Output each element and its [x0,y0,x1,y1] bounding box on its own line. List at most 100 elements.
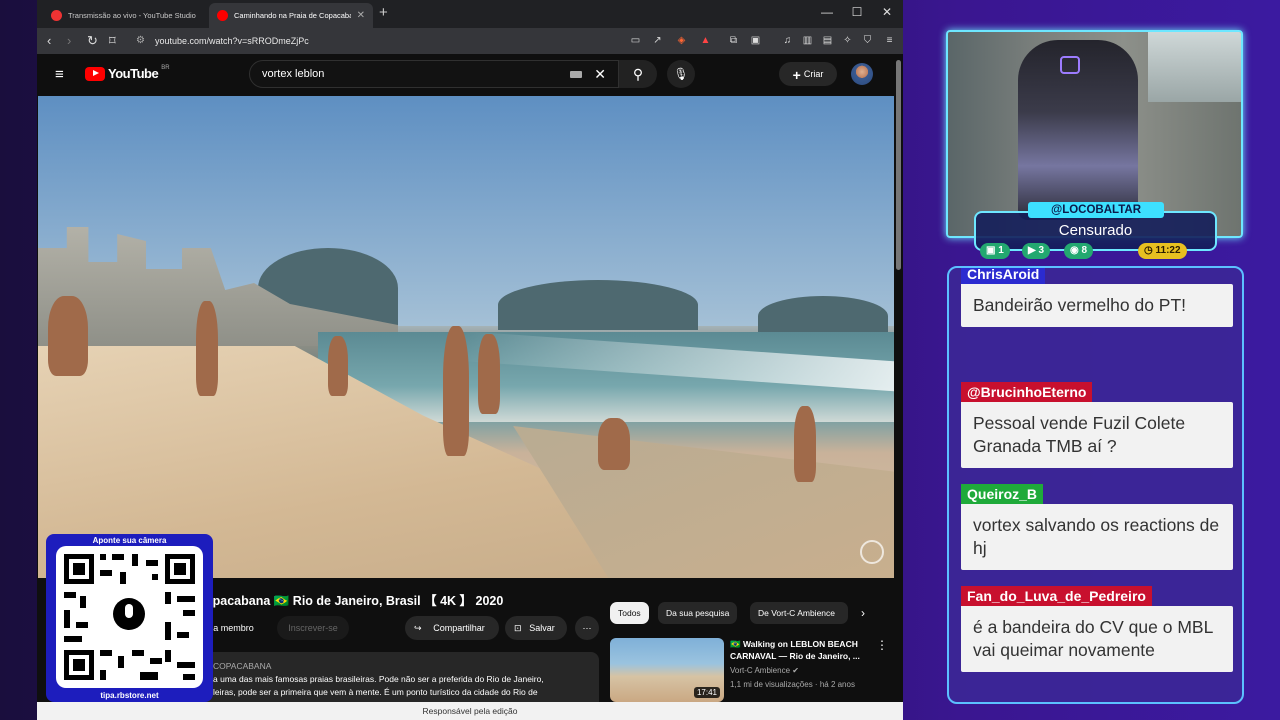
description-line: leiras, pode ser a primeira que vem à me… [213,687,538,697]
recommended-video[interactable]: 17:41 🇧🇷 Walking on LEBLON BEACH CARNAVA… [610,638,895,702]
maximize-icon[interactable]: ☐ [847,5,867,19]
chevron-right-icon[interactable]: › [861,606,865,620]
tab-bar: Transmissão ao vivo - YouTube Studio Cam… [37,0,903,28]
create-button[interactable]: + Criar [779,62,837,86]
minimize-icon[interactable]: — [817,5,837,19]
tab-copacabana-video[interactable]: Caminhando na Praia de Copacabana ✕ [209,3,373,28]
channel-watermark-icon[interactable] [860,540,884,564]
clock-icon: ◷ [1144,245,1156,256]
share-icon[interactable]: ↗ [651,34,664,47]
webcam-window [1148,32,1241,102]
chat-message: ChrisAroid Bandeirão vermelho do PT! [961,268,1233,327]
screenshot-icon[interactable]: ▣ [749,34,762,47]
search-button[interactable]: ⚲ [619,60,657,88]
url-field[interactable]: ⚙ youtube.com/watch?v=sRRODmeZjPc [129,33,589,49]
chat-message: Fan_do_Luva_de_Pedreiro é a bandeira do … [961,586,1233,672]
beachgoer [794,406,816,482]
close-tab-icon[interactable]: ✕ [357,10,365,21]
recommended-channel[interactable]: Vort-C Ambience ✔ [730,666,799,675]
microphone-icon: 🎙 [673,67,689,81]
video-hill [498,280,698,330]
account-avatar[interactable] [851,63,873,85]
keyboard-icon[interactable] [570,71,582,78]
qr-bottom-label: tipa.rbstore.net [100,691,159,700]
sidebar-icon[interactable]: ▥ [801,34,814,47]
save-label: Salvar [529,623,555,633]
extensions-icon[interactable]: ⧉ [727,34,740,47]
description-channel: COPACABANA [213,661,272,671]
tab-label: Caminhando na Praia de Copacabana [234,11,351,20]
site-settings-icon[interactable]: ⚙ [136,33,145,49]
search-input[interactable]: vortex leblon ✕ [249,60,619,88]
forward-icon[interactable]: › [67,33,71,48]
description-line: a uma das mais famosas praias brasileira… [213,674,544,684]
leo-ai-icon[interactable]: ✧ [841,34,854,47]
chip-de-vort-c[interactable]: De Vort-C Ambience [750,602,848,624]
logo-region: BR [161,64,170,71]
create-label: Criar [803,69,824,79]
video-player[interactable] [38,96,894,578]
beachgoer [48,296,88,376]
beachgoer [328,336,348,396]
back-icon[interactable]: ‹ [47,33,51,48]
rewards-icon[interactable]: ▲ [699,34,712,47]
brave-shield-icon[interactable]: ◈ [675,34,688,47]
chat-text: é a bandeira do CV que o MBL vai queimar… [961,606,1233,672]
more-actions-button[interactable]: ⋯ [575,616,599,640]
chat-message: Queiroz_B vortex salvando os reactions d… [961,484,1233,570]
chat-text: Pessoal vende Fuzil Colete Granada TMB a… [961,402,1233,468]
chip-da-sua-pesquisa[interactable]: Da sua pesquisa [658,602,738,624]
url-text: youtube.com/watch?v=sRRODmeZjPc [155,36,309,46]
chat-text: Bandeirão vermelho do PT! [961,284,1233,327]
share-button[interactable]: ↪ Compartilhar [405,616,499,640]
scrollbar[interactable] [896,60,901,270]
streamer-handle: @LOCOBALTAR [1028,202,1164,218]
beachgoer [443,326,469,456]
stat-youtube: ▶ 3 [1022,243,1051,259]
chip-todos[interactable]: Todos [610,602,649,624]
stat-chat: ▣ 1 [980,243,1010,259]
stat-viewers: ◉ 8 [1064,243,1094,259]
voice-search-button[interactable]: 🎙 [667,60,695,88]
plus-icon: + [792,66,801,83]
more-icon: ⋯ [582,623,592,633]
new-tab-icon[interactable]: + [379,4,388,21]
recommended-title[interactable]: 🇧🇷 Walking on LEBLON BEACH CARNAVAL — Ri… [730,638,870,662]
qr-top-label: Aponte sua câmera [92,536,167,545]
search-value: vortex leblon [262,68,325,80]
clear-search-icon[interactable]: ✕ [594,61,606,87]
vpn-icon[interactable]: ⛉ [861,34,874,47]
tab-youtube-studio[interactable]: Transmissão ao vivo - YouTube Studio [43,3,207,28]
beachgoer [478,334,500,414]
share-icon: ↪ [414,623,422,633]
address-bar-row: ‹ › ↻ ⌑ ⚙ youtube.com/watch?v=sRRODmeZjP… [37,28,903,54]
youtube-play-icon [85,66,105,81]
bookmark-icon[interactable]: ⌑ [109,33,116,49]
menu-icon[interactable]: ≡ [883,34,896,47]
youtube-icon: ▶ [1028,245,1039,256]
cast-icon[interactable]: ▭ [629,34,642,47]
more-vertical-icon[interactable]: ⋮ [876,638,888,652]
wallet-icon[interactable]: ▤ [821,34,834,47]
edit-bar: Responsável pela edição [37,702,903,720]
chat-username: Queiroz_B [961,484,1044,504]
tab-label: Transmissão ao vivo - YouTube Studio [68,11,196,20]
subscribe-button[interactable]: Inscrever-se [277,616,349,640]
chat-username: Fan_do_Luva_de_Pedreiro [961,586,1152,606]
qr-overlay: Aponte sua câmera tipa.rbstore.net [46,534,213,702]
reload-icon[interactable]: ↻ [87,33,98,49]
chat-panel: ChrisAroid Bandeirão vermelho do PT! @Br… [947,266,1244,704]
save-button[interactable]: ⊡ Salvar [505,616,567,640]
share-label: Compartilhar [433,623,485,633]
video-duration: 17:41 [693,687,720,698]
recommended-thumbnail[interactable]: 17:41 [610,638,724,702]
logo-text: YouTube [108,66,159,81]
search-icon: ⚲ [632,66,644,82]
viewers-icon: ◉ [1070,245,1082,256]
media-icon[interactable]: ♫ [781,34,794,47]
hamburger-menu-icon[interactable]: ≡ [55,66,64,83]
youtube-header: ≡ YouTube BR vortex leblon ✕ ⚲ 🎙 + Criar [37,54,903,94]
youtube-logo[interactable]: YouTube BR [85,64,170,81]
close-window-icon[interactable]: ✕ [877,5,897,19]
youtube-favicon-icon [217,10,228,21]
